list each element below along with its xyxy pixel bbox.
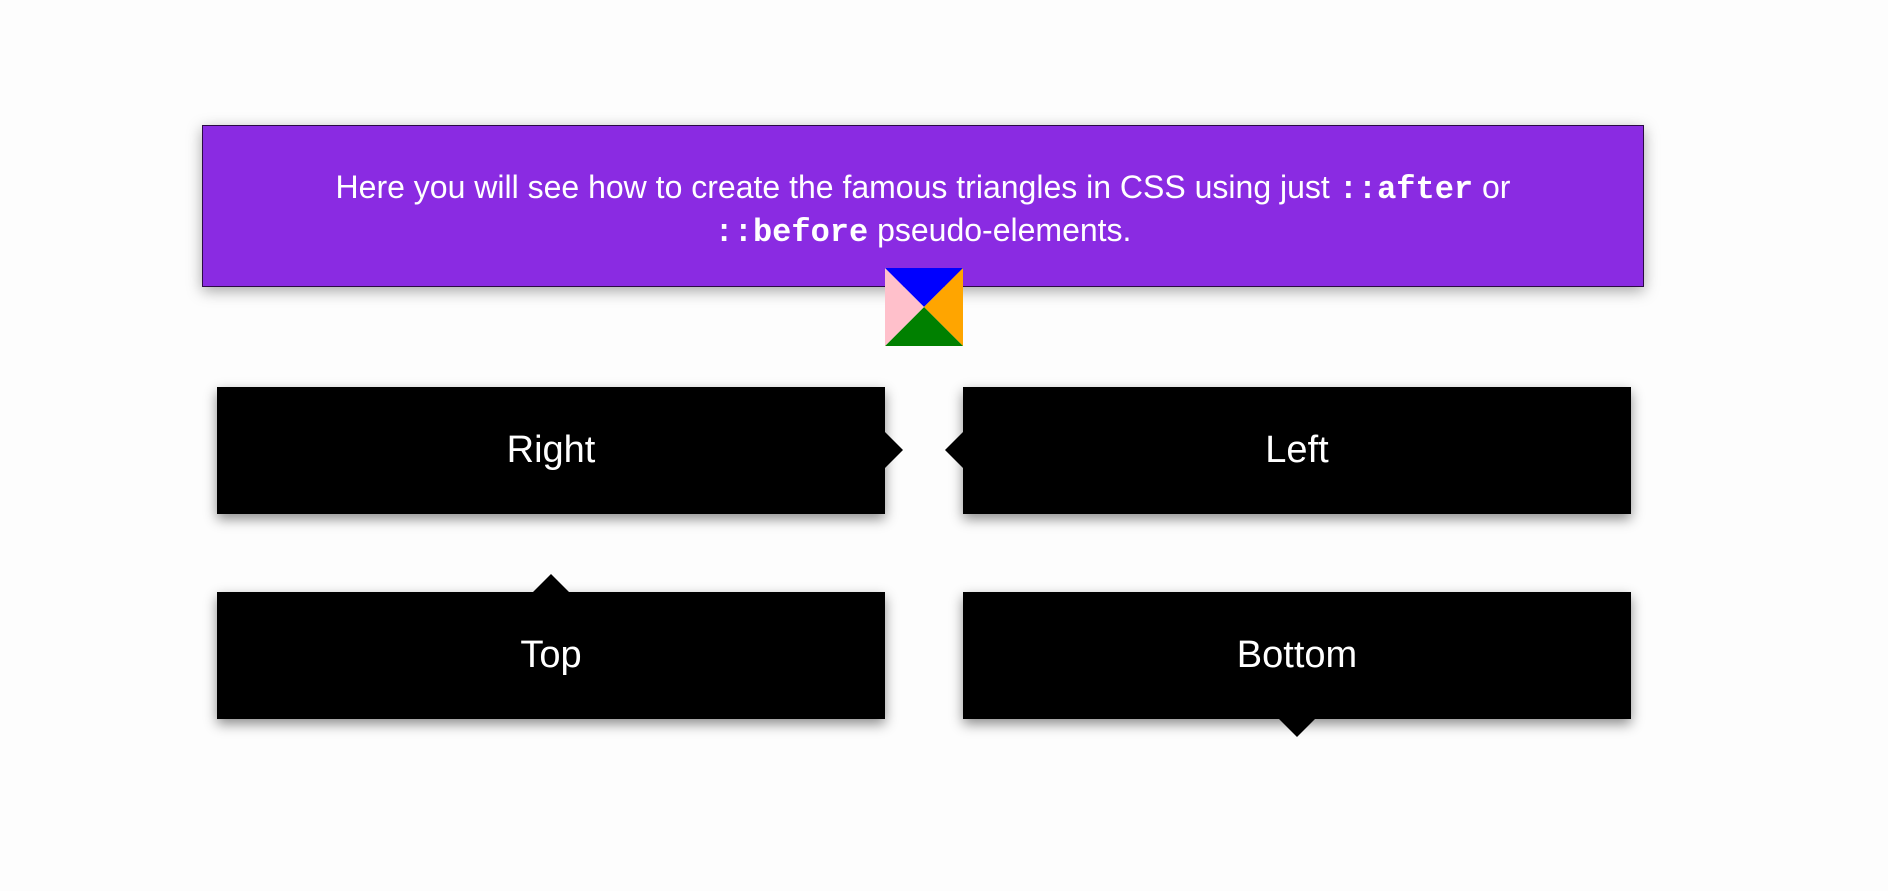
tooltip-left: Left bbox=[945, 387, 1631, 514]
tooltip-top-label: Top bbox=[520, 634, 582, 676]
code-after: ::after bbox=[1338, 171, 1474, 208]
tooltip-bottom-arrow bbox=[1279, 719, 1315, 737]
code-before: ::before bbox=[714, 214, 869, 251]
tooltip-bottom-label: Bottom bbox=[1236, 634, 1358, 676]
tooltip-right-arrow bbox=[885, 432, 903, 468]
triangle-demo-square bbox=[885, 268, 963, 346]
tooltip-left-label: Left bbox=[1265, 429, 1329, 471]
tooltip-top: Top bbox=[217, 574, 885, 719]
banner-text-start: Here you will see how to create the famo… bbox=[335, 169, 1339, 205]
tooltip-bottom: Bottom bbox=[963, 592, 1631, 737]
banner-text-end: pseudo-elements. bbox=[868, 212, 1132, 248]
tooltip-right-label: Right bbox=[506, 429, 596, 471]
tooltip-top-arrow bbox=[533, 574, 569, 592]
tooltip-left-arrow bbox=[945, 432, 963, 468]
banner-text-middle: or bbox=[1473, 169, 1511, 205]
tooltip-right: Right bbox=[217, 387, 903, 514]
intro-banner: Here you will see how to create the famo… bbox=[202, 125, 1644, 287]
